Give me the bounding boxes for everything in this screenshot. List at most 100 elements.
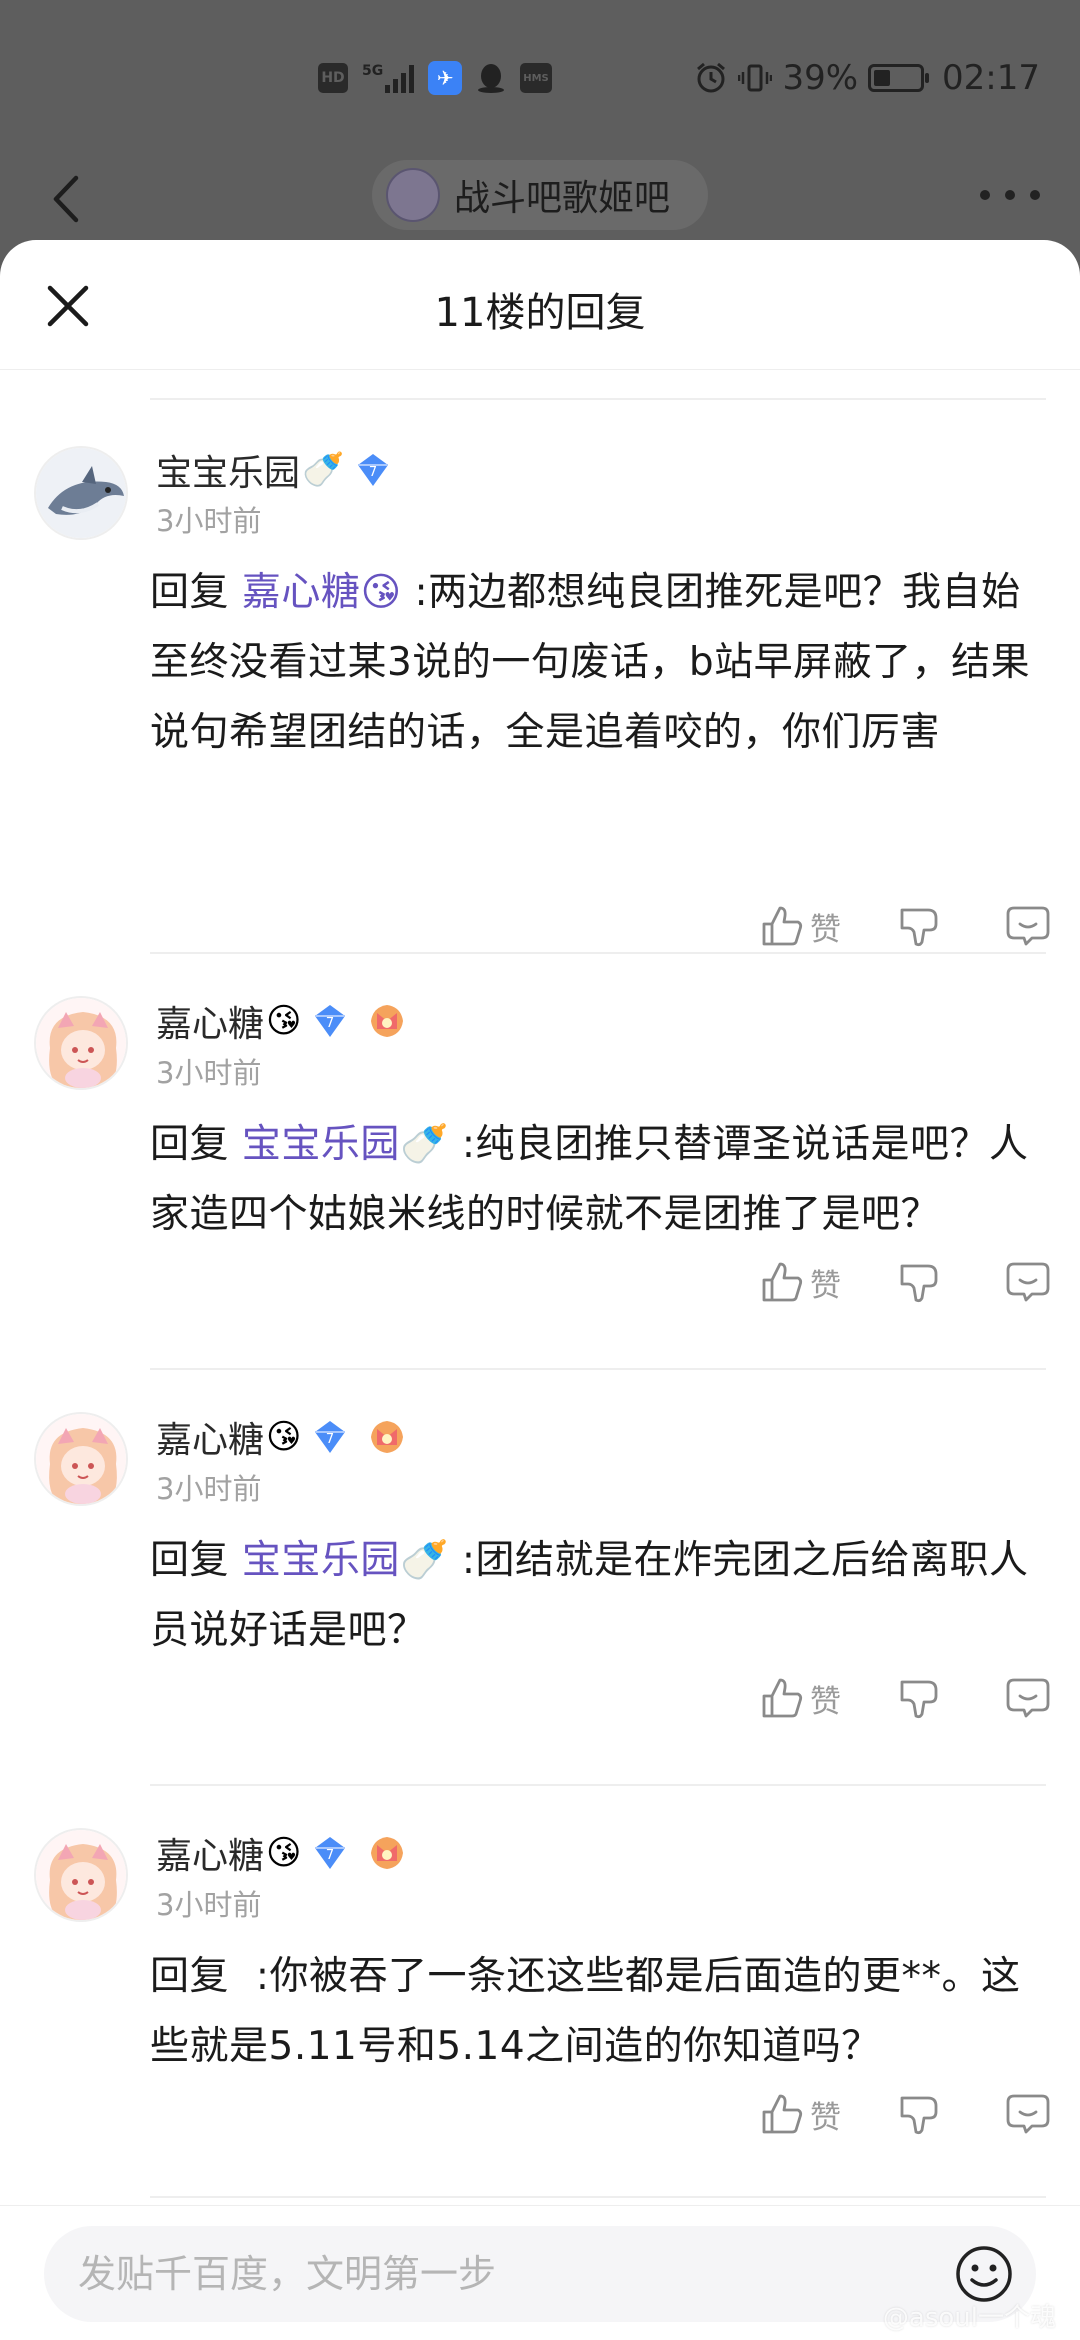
reply-content: 回复 嘉心糖😘 :两边都想纯良团推死是吧？我自始至终没看过某3说的一句废话，b站… (150, 558, 1050, 768)
reply-content: 回复 :你被吞了一条还这些都是后面造的更**。这些就是5.11号和5.14之间造… (150, 1942, 1050, 2082)
reply-actions: 赞 (760, 1668, 1050, 1728)
vibrate-icon (738, 61, 773, 95)
kiss-emoji: 😘 (266, 1001, 302, 1041)
avatar[interactable] (34, 1828, 128, 1922)
like-button[interactable]: 赞 (760, 1676, 860, 1721)
hd-indicator: HD (318, 63, 348, 93)
mention-link[interactable]: 嘉心糖😘 (242, 570, 402, 615)
comment-button[interactable] (1006, 1676, 1050, 1720)
level-badge-icon: 7 (311, 1002, 349, 1040)
svg-text:7: 7 (326, 1016, 334, 1031)
reply-prefix: 回复 (150, 570, 230, 615)
replies-sheet: 11楼的回复 宝宝乐园 🍼 7 3小时前 回复 嘉心糖😘 :两边都想纯良团推死是… (0, 240, 1080, 2340)
shark-avatar-image (36, 448, 126, 538)
divider (150, 1368, 1046, 1370)
battery-percent: 39% (782, 58, 859, 98)
divider (150, 952, 1046, 954)
top-nav: 战斗吧歌姬吧 (0, 160, 1080, 230)
comment-icon (1006, 1262, 1050, 1302)
username[interactable]: 嘉心糖 (156, 1411, 264, 1463)
back-button[interactable] (46, 172, 86, 226)
dot-icon (1030, 190, 1040, 200)
reply-actions: 赞 (760, 2084, 1050, 2144)
sheet-header: 11楼的回复 (0, 240, 1080, 370)
avatar[interactable] (34, 446, 128, 540)
reply-prefix: 回复 (150, 1954, 230, 1999)
status-bar: HD 5G ✈ HMS 39% 02:17 (0, 0, 1080, 150)
svg-text:7: 7 (326, 1848, 334, 1863)
username-row: 嘉心糖 😘 7 (156, 1412, 407, 1462)
comment-icon (1006, 906, 1050, 946)
like-label: 赞 (810, 1267, 841, 1304)
timestamp: 3小时前 (156, 1472, 262, 1506)
fan-badge-icon (367, 1833, 407, 1873)
reply-prefix: 回复 (150, 1538, 230, 1583)
status-left-icons: HD 5G ✈ HMS (318, 58, 552, 98)
username-row: 嘉心糖 😘 7 (156, 1828, 407, 1878)
reply-content: 回复 宝宝乐园🍼 :团结就是在炸完团之后给离职人员说好话是吧？ (150, 1526, 1050, 1666)
thumbs-down-icon (900, 1680, 938, 1719)
comment-button[interactable] (1006, 904, 1050, 948)
sheet-title: 11楼的回复 (434, 290, 646, 336)
smiley-icon (956, 2246, 1012, 2302)
kiss-emoji: 😘 (266, 1833, 302, 1873)
signal-group: 5G (362, 63, 415, 93)
app-notification-icon: ✈ (428, 61, 463, 95)
like-button[interactable]: 赞 (760, 1260, 860, 1305)
username-row: 嘉心糖 😘 7 (156, 996, 407, 1046)
username-row: 宝宝乐园 🍼 7 (156, 445, 392, 495)
username[interactable]: 嘉心糖 (156, 1827, 264, 1879)
mention-link[interactable]: 宝宝乐园🍼 (242, 1122, 449, 1167)
anime-girl-avatar-image (36, 1830, 126, 1920)
thumbs-up-icon (762, 1262, 803, 1302)
kiss-emoji: 😘 (266, 1417, 302, 1457)
forum-name: 战斗吧歌姬吧 (454, 178, 671, 219)
like-label: 赞 (810, 911, 841, 948)
alarm-icon (694, 61, 728, 95)
timestamp: 3小时前 (156, 1888, 262, 1922)
hms-indicator: HMS (520, 63, 552, 93)
watermark: @asoul一个魂 (882, 2303, 1056, 2333)
dislike-button[interactable] (898, 904, 942, 948)
status-right-icons: 39% 02:17 (694, 54, 1040, 102)
qq-icon (476, 62, 506, 94)
thumbs-down-icon (900, 2096, 938, 2135)
divider (150, 1784, 1046, 1786)
dot-icon (980, 190, 990, 200)
fan-badge-icon (367, 1001, 407, 1041)
level-badge-icon: 7 (311, 1834, 349, 1872)
forum-avatar (386, 168, 440, 222)
divider (150, 398, 1046, 400)
anime-girl-avatar-image (36, 1414, 126, 1504)
mention-link[interactable]: 宝宝乐园🍼 (242, 1538, 449, 1583)
like-button[interactable]: 赞 (760, 2092, 860, 2137)
thumbs-down-icon (900, 1264, 938, 1303)
reply-content: 回复 宝宝乐园🍼 :纯良团推只替谭圣说话是吧？人家造四个姑娘米线的时候就不是团推… (150, 1110, 1050, 1250)
username[interactable]: 宝宝乐园 (156, 444, 300, 496)
avatar[interactable] (34, 1412, 128, 1506)
clock: 02:17 (942, 58, 1040, 98)
comment-button[interactable] (1006, 2092, 1050, 2136)
like-label: 赞 (810, 2099, 841, 2136)
fan-badge-icon (367, 1417, 407, 1457)
svg-text:7: 7 (326, 1432, 334, 1447)
signal-icon (385, 63, 415, 93)
dislike-button[interactable] (898, 1676, 942, 1720)
reply-actions: 赞 (760, 1252, 1050, 1312)
dislike-button[interactable] (898, 1260, 942, 1304)
emoji-button[interactable] (954, 2244, 1014, 2304)
dislike-button[interactable] (898, 2092, 942, 2136)
forum-pill[interactable]: 战斗吧歌姬吧 (372, 160, 708, 230)
reply-text: :你被吞了一条还这些都是后面造的更**。这些就是5.11号和5.14之间造的你知… (150, 1954, 1021, 2069)
comment-button[interactable] (1006, 1260, 1050, 1304)
chevron-left-icon (53, 175, 79, 223)
bottle-emoji: 🍼 (302, 450, 345, 490)
avatar[interactable] (34, 996, 128, 1090)
like-button[interactable]: 赞 (760, 904, 860, 949)
comment-icon (1006, 2094, 1050, 2134)
network-type: 5G (362, 63, 384, 79)
username[interactable]: 嘉心糖 (156, 995, 264, 1047)
anime-girl-avatar-image (36, 998, 126, 1088)
thumbs-up-icon (762, 1678, 803, 1718)
more-options-button[interactable] (980, 180, 1040, 210)
